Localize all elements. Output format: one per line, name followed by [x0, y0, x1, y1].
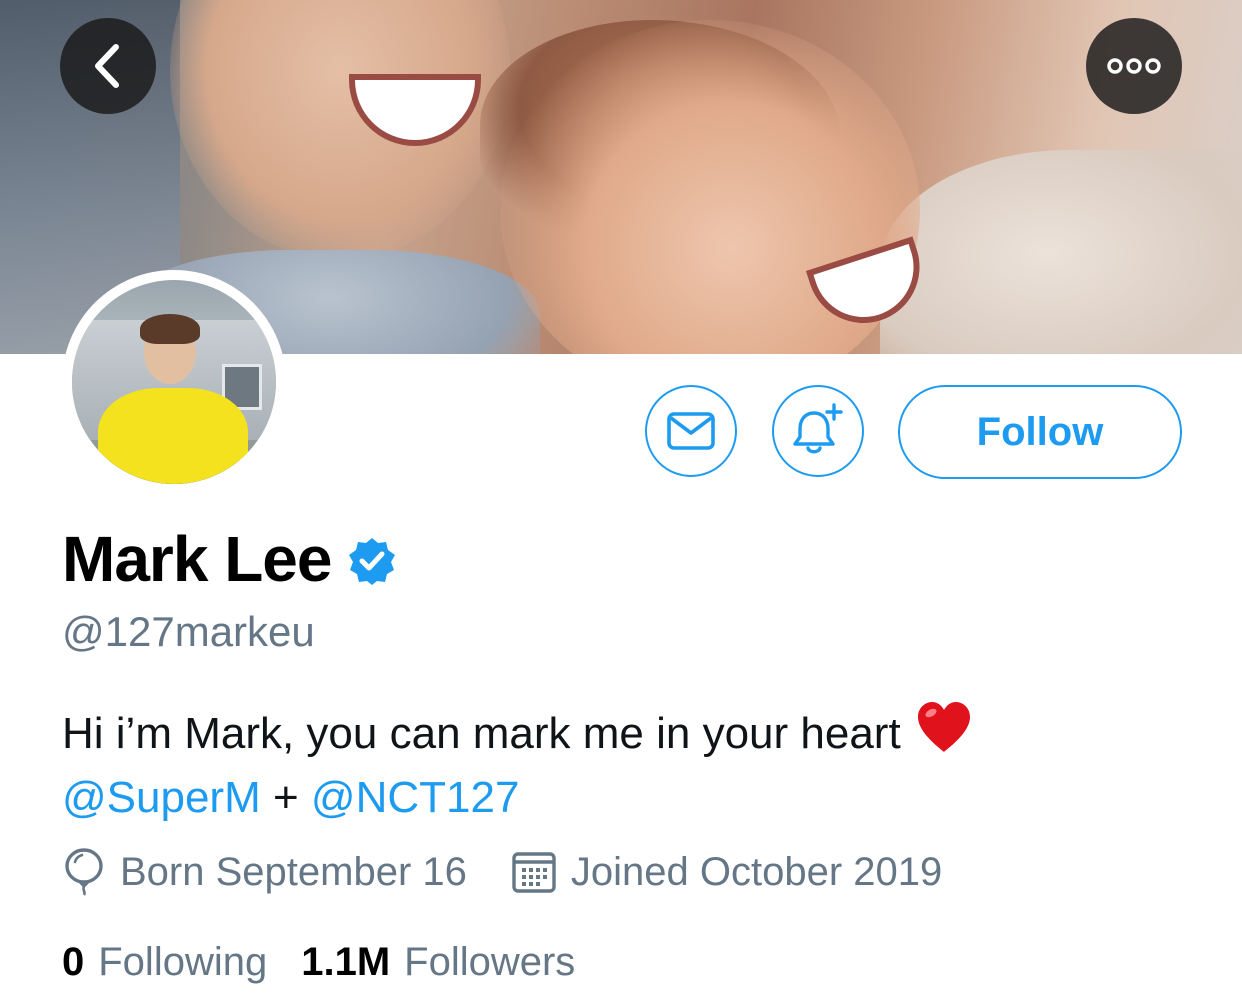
joined-item: Joined October 2019 — [511, 849, 942, 895]
balloon-icon — [65, 848, 103, 896]
bio-separator: + — [272, 773, 299, 822]
following-label: Following — [98, 940, 268, 984]
born-text: Born September 16 — [120, 849, 467, 894]
verified-badge-icon — [349, 538, 396, 585]
following-count: 0 — [62, 940, 85, 984]
followers-label: Followers — [404, 940, 576, 984]
avatar-photo — [72, 280, 276, 484]
avatar[interactable] — [62, 270, 286, 494]
chevron-left-icon — [95, 44, 119, 88]
profile-meta: Born September 16 Joined October 2019 — [62, 848, 942, 896]
followers-count: 1.1M — [301, 940, 391, 984]
bell-plus-icon — [793, 403, 843, 454]
notifications-button[interactable] — [772, 385, 864, 477]
profile-handle: @127markeu — [62, 608, 315, 655]
heart-emoji-icon — [917, 702, 970, 752]
joined-text: Joined October 2019 — [570, 849, 943, 894]
mention-superm-link[interactable]: @SuperM — [62, 773, 261, 822]
message-button[interactable] — [645, 385, 737, 477]
more-dots-icon — [1107, 58, 1161, 74]
bio-text: Hi i’m Mark, you can mark me in your hea… — [62, 709, 901, 758]
following-stat[interactable]: 0 Following — [62, 940, 267, 985]
profile-name-row: Mark Lee — [62, 522, 397, 596]
calendar-icon — [512, 852, 556, 893]
back-button[interactable] — [60, 18, 156, 114]
more-options-button[interactable] — [1086, 18, 1182, 114]
envelope-icon — [667, 412, 715, 450]
display-name: Mark Lee — [62, 523, 332, 595]
birthday-item: Born September 16 — [62, 848, 467, 896]
followers-stat[interactable]: 1.1M Followers — [301, 940, 575, 985]
profile-stats: 0 Following 1.1M Followers — [62, 940, 575, 985]
follow-button[interactable]: Follow — [898, 385, 1182, 479]
profile-bio: Hi i’m Mark, you can mark me in your hea… — [62, 700, 1182, 830]
mention-nct127-link[interactable]: @NCT127 — [311, 773, 520, 822]
